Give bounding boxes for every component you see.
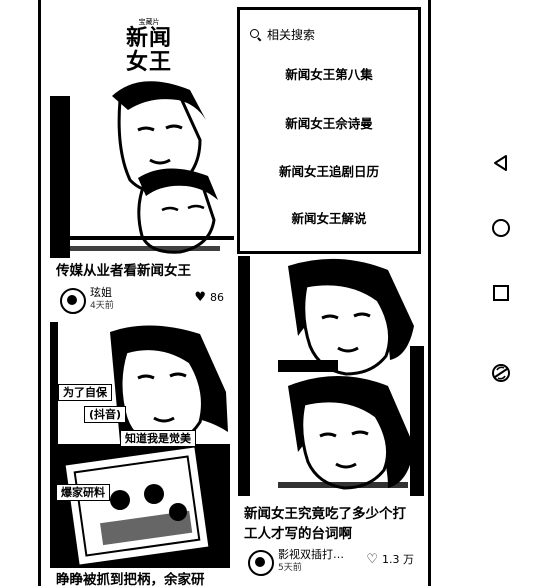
post-card-1-title[interactable]: 传媒从业者看新闻女王 <box>56 261 228 281</box>
masthead-line-1: 新闻 <box>125 25 172 51</box>
masthead-line-2: 女王 <box>125 49 172 75</box>
heart-filled-icon: ♥ <box>194 290 206 305</box>
system-navigation-bar <box>478 0 524 586</box>
post-card-2-image[interactable] <box>238 256 424 496</box>
post-card-1[interactable]: 宝藏片 新闻 女王 传媒从业者看新闻女王 玹姐 4天前 ♥ 86 <box>50 0 234 318</box>
like-count: 86 <box>210 291 224 304</box>
overlay-caption-2: (抖音) <box>84 406 127 423</box>
author-avatar[interactable] <box>248 550 274 576</box>
overlay-caption-1: 为了自保 <box>58 384 112 401</box>
post-card-3-image[interactable]: 为了自保 (抖音) 知道我是觉美 爆家研料 <box>50 322 234 568</box>
post-card-2-title[interactable]: 新闻女王究竟吃了多少个打工人才写的台词啊 <box>244 504 418 544</box>
related-search-title: 相关搜索 <box>267 28 316 42</box>
author-avatar[interactable] <box>60 288 86 314</box>
post-card-2-meta: 影视双插打… 5天前 ♡ 1.3 万 <box>244 548 416 576</box>
post-card-2-photo <box>238 256 424 496</box>
related-search-item-2[interactable]: 新闻女王佘诗曼 <box>240 115 418 133</box>
author-name[interactable]: 影视双插打… <box>278 548 344 562</box>
overlay-caption-3: 知道我是觉美 <box>120 430 196 447</box>
like-button[interactable]: ♥ 86 <box>194 291 224 305</box>
like-count: 1.3 万 <box>382 553 414 566</box>
like-button[interactable]: ♡ 1.3 万 <box>366 553 414 567</box>
post-card-3-title[interactable]: 睁睁被抓到把柄，余家研 <box>56 570 228 586</box>
square-recents-icon <box>493 285 509 301</box>
post-card-1-image[interactable]: 宝藏片 新闻 女王 <box>50 0 234 258</box>
related-search-item-1[interactable]: 新闻女王第八集 <box>240 66 418 84</box>
post-card-3[interactable]: 为了自保 (抖音) 知道我是觉美 爆家研料 睁睁被抓到把柄，余家研 <box>50 322 234 586</box>
post-time: 5天前 <box>278 563 302 573</box>
related-search-item-3[interactable]: 新闻女王追剧日历 <box>240 163 418 181</box>
rotate-button[interactable] <box>487 359 515 387</box>
related-search-popover[interactable]: 相关搜索 新闻女王第八集 新闻女王佘诗曼 新闻女王追剧日历 新闻女王解说 <box>237 7 421 254</box>
triangle-back-icon <box>494 155 507 171</box>
circle-home-icon <box>492 219 510 237</box>
frame-right-edge <box>428 0 431 586</box>
author-name[interactable]: 玹姐 <box>90 286 112 300</box>
rotate-icon <box>492 364 510 382</box>
home-button[interactable] <box>487 214 515 242</box>
frame-left-edge <box>38 0 41 586</box>
back-button[interactable] <box>487 149 515 177</box>
post-card-1-meta: 玹姐 4天前 ♥ 86 <box>56 286 226 314</box>
recents-button[interactable] <box>487 279 515 307</box>
heart-outline-icon: ♡ <box>366 552 378 567</box>
post-time: 4天前 <box>90 301 114 311</box>
search-icon <box>250 29 261 40</box>
post-card-2[interactable]: 新闻女王究竟吃了多少个打工人才写的台词啊 影视双插打… 5天前 ♡ 1.3 万 <box>238 256 424 586</box>
related-search-item-4[interactable]: 新闻女王解说 <box>240 210 418 228</box>
masthead-logo: 宝藏片 新闻 女王 <box>124 18 174 74</box>
overlay-caption-4: 爆家研料 <box>56 484 110 501</box>
related-search-header: 相关搜索 <box>250 26 315 43</box>
